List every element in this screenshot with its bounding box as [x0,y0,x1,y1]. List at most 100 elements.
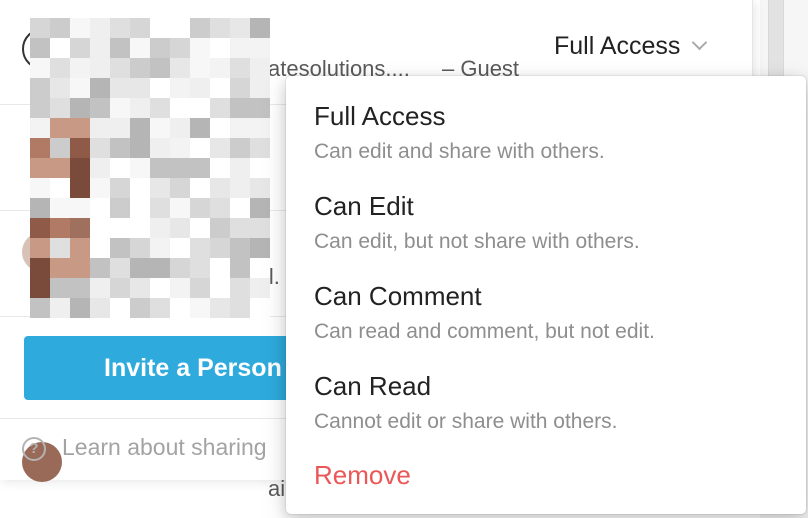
redaction-pixel [210,78,230,98]
redaction-pixel [250,18,270,38]
redaction-pixel [110,58,130,78]
redaction-pixel [150,218,170,238]
redaction-pixel [50,298,70,318]
redaction-pixel [70,218,90,238]
menu-item-title: Can Edit [314,191,414,221]
redaction-pixel [50,98,70,118]
redaction-pixel [90,178,110,198]
redaction-pixel [70,38,90,58]
redaction-pixel [50,198,70,218]
redaction-pixel [130,198,150,218]
redaction-pixel [30,218,50,238]
redaction-pixel [70,78,90,98]
redaction-pixel [230,118,250,138]
redaction-pixel [50,18,70,38]
redaction-pixel [170,58,190,78]
redaction-pixel [170,18,190,38]
redaction-pixel [30,158,50,178]
redaction-pixel [250,278,270,298]
menu-item-can-read[interactable]: Can Read Cannot edit or share with other… [286,346,806,436]
menu-item-title: Full Access [314,101,446,131]
redaction-pixel [150,298,170,318]
redaction-pixel [70,278,90,298]
redaction-pixel [190,98,210,118]
redaction-pixel [230,278,250,298]
menu-item-can-comment[interactable]: Can Comment Can read and comment, but no… [286,256,806,346]
menu-item-can-edit[interactable]: Can Edit Can edit, but not share with ot… [286,166,806,256]
menu-item-full-access[interactable]: Full Access Can edit and share with othe… [286,76,806,166]
redaction-pixel [230,258,250,278]
redaction-pixel [110,158,130,178]
redaction-pixel [150,198,170,218]
redaction-pixel [130,158,150,178]
redaction-pixel [170,258,190,278]
redaction-pixel [250,198,270,218]
redaction-pixel [130,218,150,238]
redaction-pixel [230,98,250,118]
redaction-pixel [50,158,70,178]
redaction-pixel [210,138,230,158]
redaction-pixel [110,278,130,298]
redaction-pixel [90,78,110,98]
redaction-pixel [70,58,90,78]
menu-item-description: Can edit, but not share with others. [314,230,640,253]
redaction-pixel [30,238,50,258]
redaction-pixel [90,278,110,298]
redaction-pixel [190,158,210,178]
redaction-pixel [70,238,90,258]
redaction-pixel [130,58,150,78]
redaction-pixel [190,178,210,198]
redaction-pixel [210,118,230,138]
redaction-pixel [170,218,190,238]
invite-person-button[interactable]: Invite a Person [24,336,314,400]
learn-about-sharing-link[interactable]: Learn about sharing [62,434,267,461]
redaction-pixel [250,38,270,58]
redaction-pixel [230,218,250,238]
redaction-pixel [50,58,70,78]
redaction-pixel [30,298,50,318]
redaction-pixel [130,138,150,158]
redaction-pixel [150,278,170,298]
redaction-pixel [230,198,250,218]
redaction-pixel [250,238,270,258]
share-dialog: atesolutions.... – Guest Full Access il.… [0,0,808,518]
redaction-pixel [230,78,250,98]
menu-item-title: Can Read [314,371,432,401]
redaction-pixel [190,298,210,318]
redaction-pixel [190,258,210,278]
redaction-pixel [250,218,270,238]
redaction-pixel [90,58,110,78]
redaction-pixel [190,18,210,38]
question-circle-icon: ? [22,437,46,461]
redaction-pixel [110,218,130,238]
redaction-pixel [190,238,210,258]
redaction-pixel [250,78,270,98]
redaction-pixel [190,218,210,238]
redaction-pixel [170,238,190,258]
redaction-pixel [210,98,230,118]
redaction-pixel [230,138,250,158]
redaction-pixel [150,78,170,98]
remove-member-button[interactable]: Remove [314,460,411,491]
redaction-pixel [70,178,90,198]
redaction-pixel [50,138,70,158]
redaction-pixel [210,198,230,218]
redaction-pixel [250,58,270,78]
redaction-pixel [50,118,70,138]
redaction-pixel [210,258,230,278]
redaction-pixel [90,198,110,218]
redaction-pixel [150,258,170,278]
redaction-pixel [190,38,210,58]
access-level-dropdown[interactable]: Full Access [554,32,708,61]
redaction-pixel [150,118,170,138]
redaction-pixel [250,298,270,318]
redaction-pixel [110,138,130,158]
redaction-pixel [210,58,230,78]
redaction-pixel [90,118,110,138]
redaction-pixel [210,238,230,258]
redaction-pixel [70,198,90,218]
redaction-pixel [250,178,270,198]
redaction-pixel [230,238,250,258]
redaction-pixel [30,198,50,218]
redaction-pixel [50,218,70,238]
